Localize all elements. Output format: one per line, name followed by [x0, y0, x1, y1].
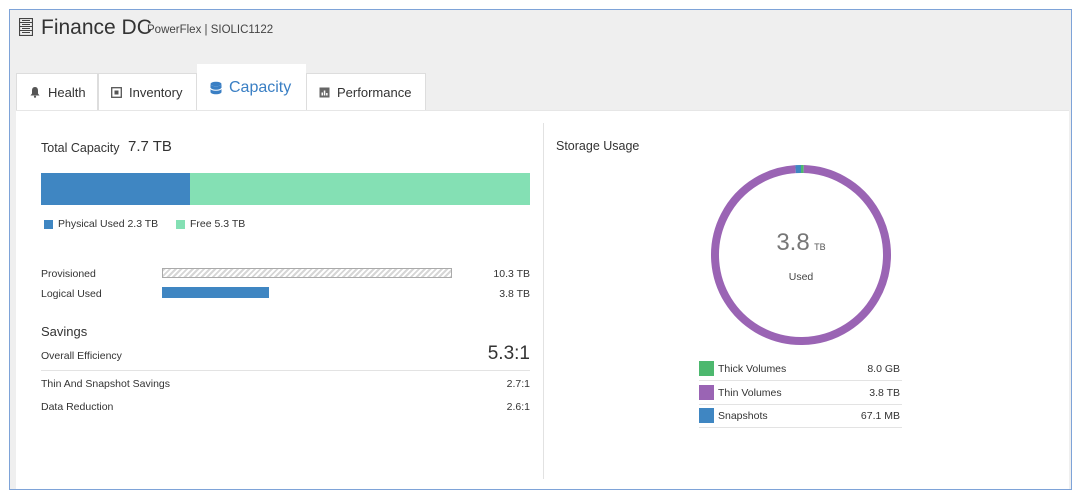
legend-thin-volumes: Thin Volumes 3.8 TB	[699, 383, 902, 405]
free-legend-label: Free 5.3 TB	[190, 218, 246, 230]
total-capacity-label: Total Capacity	[41, 141, 120, 155]
data-reduction-label: Data Reduction	[41, 401, 114, 413]
free-swatch	[176, 219, 185, 229]
provisioned-bar	[162, 268, 452, 278]
inventory-icon	[111, 86, 122, 98]
physical-used-swatch	[44, 219, 53, 229]
physical-used-segment	[41, 173, 190, 205]
overall-efficiency-value: 5.3:1	[487, 343, 530, 364]
donut-center-value: 3.8 TB	[710, 229, 892, 257]
tab-bar: Health Inventory Capacity Performance	[16, 64, 1071, 110]
used-label: Used	[788, 271, 814, 283]
thick-volumes-swatch	[699, 361, 714, 376]
snapshots-value: 67.1 MB	[860, 410, 900, 422]
capacity-panel: Total Capacity 7.7 TB Physical Used 2.3 …	[16, 110, 1069, 489]
thin-volumes-label: Thin Volumes	[718, 387, 782, 399]
finance-dc-widget: Finance DC PowerFlex | SIOLIC1122 Health…	[9, 9, 1072, 490]
server-icon	[19, 18, 33, 36]
tab-capacity-label: Capacity	[229, 78, 292, 96]
tab-performance[interactable]: Performance	[306, 73, 426, 110]
tab-inventory[interactable]: Inventory	[98, 73, 197, 110]
performance-icon	[319, 87, 330, 98]
tab-performance-label: Performance	[337, 84, 412, 100]
physical-used-legend-label: Physical Used 2.3 TB	[58, 218, 159, 230]
used-unit: TB	[814, 242, 826, 252]
legend-thick-volumes: Thick Volumes 8.0 GB	[699, 359, 902, 381]
provisioned-value: 10.3 TB	[493, 268, 530, 280]
savings-heading: Savings	[41, 324, 88, 339]
provisioned-label: Provisioned	[41, 268, 96, 280]
data-reduction-value: 2.6:1	[506, 401, 530, 413]
header: Finance DC PowerFlex | SIOLIC1122	[10, 10, 1071, 52]
logical-used-label: Logical Used	[41, 288, 102, 300]
thin-volumes-swatch	[699, 385, 714, 400]
total-capacity-value: 7.7 TB	[128, 138, 172, 155]
database-icon	[210, 81, 222, 95]
snapshots-swatch	[699, 408, 714, 423]
thick-volumes-label: Thick Volumes	[718, 363, 787, 375]
bell-icon	[29, 86, 41, 98]
thin-volumes-value: 3.8 TB	[869, 387, 900, 399]
system-subtitle: PowerFlex | SIOLIC1122	[147, 24, 274, 36]
legend-free: Free 5.3 TB	[176, 218, 245, 230]
legend-physical-used: Physical Used 2.3 TB	[44, 218, 158, 230]
tab-health[interactable]: Health	[16, 73, 98, 110]
legend-snapshots: Snapshots 67.1 MB	[699, 406, 902, 428]
storage-usage-title: Storage Usage	[556, 139, 640, 153]
thick-volumes-value: 8.0 GB	[867, 363, 900, 375]
page-title: Finance DC	[41, 16, 152, 39]
snapshots-label: Snapshots	[718, 410, 768, 422]
overall-efficiency-label: Overall Efficiency	[41, 350, 122, 362]
thin-snapshot-savings-value: 2.7:1	[506, 378, 530, 390]
tab-capacity[interactable]: Capacity	[197, 64, 306, 110]
panel-divider	[543, 123, 544, 479]
used-value: 3.8	[776, 229, 810, 256]
thin-snapshot-savings-label: Thin And Snapshot Savings	[41, 378, 171, 390]
logical-used-bar	[162, 287, 269, 298]
capacity-bar	[41, 173, 530, 205]
logical-used-value: 3.8 TB	[499, 288, 530, 300]
tab-inventory-label: Inventory	[129, 84, 183, 100]
tab-health-label: Health	[48, 84, 86, 100]
divider-line	[41, 370, 530, 371]
